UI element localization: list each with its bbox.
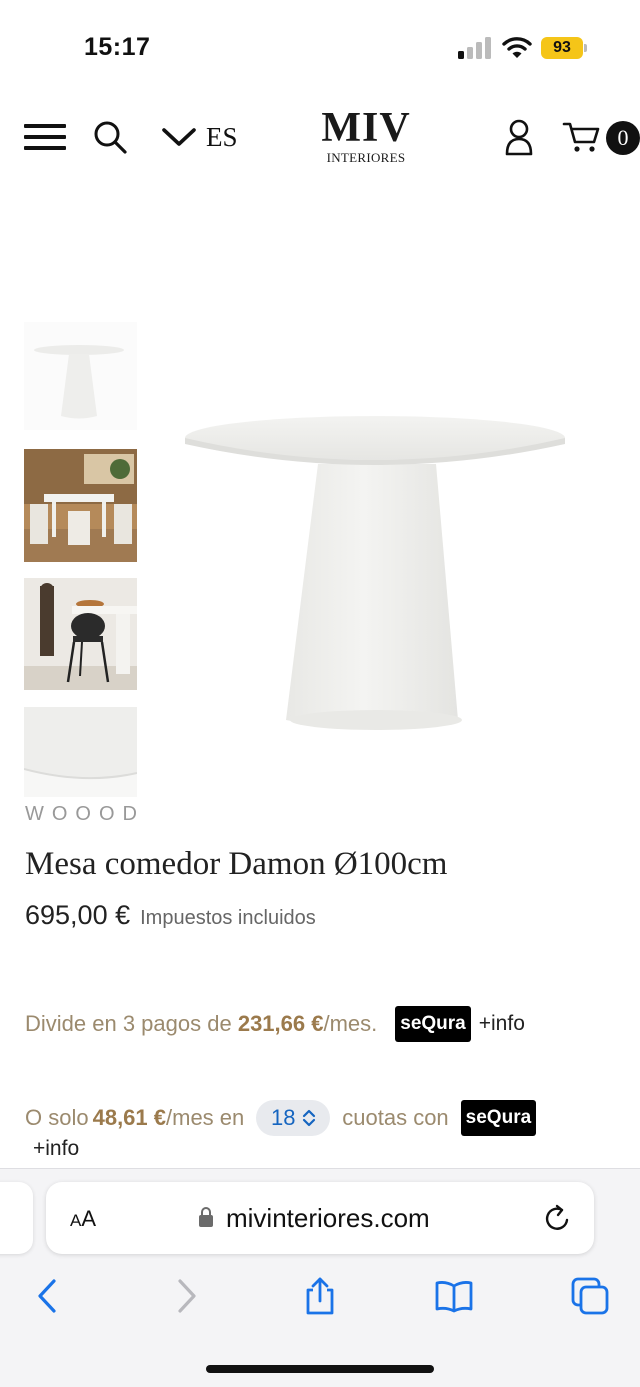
language-selector[interactable]: ES bbox=[160, 120, 238, 154]
split-payment-row: Divide en 3 pagos de 231,66 €/mes. seQur… bbox=[25, 1006, 525, 1042]
previous-tab-preview[interactable] bbox=[0, 1182, 33, 1254]
cart-count-badge[interactable]: 0 bbox=[606, 121, 640, 155]
product-main-image[interactable] bbox=[178, 390, 578, 790]
cellular-signal-icon bbox=[458, 37, 491, 59]
up-down-chevron-icon bbox=[302, 1109, 315, 1127]
cart-icon[interactable] bbox=[562, 120, 600, 154]
split-prefix: Divide en 3 pagos de bbox=[25, 1011, 232, 1036]
user-account-icon[interactable] bbox=[504, 118, 534, 156]
logo-sub-text: INTERIORES bbox=[326, 150, 406, 165]
quota-mid: /mes en bbox=[166, 1105, 245, 1130]
quota-payment-row: O solo 48,61 €/mes en 18 cuotas con seQu… bbox=[25, 1100, 537, 1136]
menu-icon[interactable] bbox=[24, 124, 66, 152]
wifi-icon bbox=[502, 37, 532, 58]
forward-icon[interactable] bbox=[166, 1276, 206, 1316]
tax-note: Impuestos incluidos bbox=[140, 907, 316, 929]
product-thumbnail-2[interactable] bbox=[24, 449, 137, 562]
battery-indicator: 93 bbox=[541, 37, 587, 59]
price-row: 695,00 € Impuestos incluidos bbox=[25, 900, 316, 931]
split-info-link[interactable]: +info bbox=[479, 1012, 525, 1036]
quota-amount: 48,61 € bbox=[92, 1105, 166, 1130]
battery-level: 93 bbox=[541, 37, 583, 59]
status-time: 15:17 bbox=[84, 33, 151, 61]
battery-tip bbox=[584, 44, 587, 52]
quota-count-select[interactable]: 18 bbox=[256, 1100, 331, 1136]
product-title: Mesa comedor Damon Ø100cm bbox=[25, 846, 448, 882]
sequra-logo-2: seQura bbox=[460, 1100, 537, 1136]
bookmarks-icon[interactable] bbox=[434, 1276, 474, 1316]
quota-prefix: O solo bbox=[25, 1105, 89, 1130]
lock-icon bbox=[199, 1207, 213, 1227]
quota-info-link[interactable]: +info bbox=[33, 1137, 79, 1161]
logo-main-text: MIV bbox=[321, 105, 411, 151]
split-amount: 231,66 € bbox=[237, 1011, 324, 1036]
text-size-button[interactable]: AA bbox=[70, 1206, 96, 1232]
share-icon[interactable] bbox=[300, 1276, 340, 1316]
tabs-icon[interactable] bbox=[570, 1276, 610, 1316]
site-logo[interactable]: MIV INTERIORES bbox=[318, 105, 414, 166]
product-thumbnail-1[interactable] bbox=[24, 322, 137, 430]
quota-count-value: 18 bbox=[271, 1105, 296, 1130]
home-indicator bbox=[206, 1365, 434, 1373]
quota-suffix: cuotas con bbox=[342, 1105, 449, 1130]
search-icon[interactable] bbox=[92, 119, 128, 155]
product-price: 695,00 € bbox=[25, 900, 131, 930]
product-thumbnail-3[interactable] bbox=[24, 578, 137, 690]
product-thumbnail-4[interactable] bbox=[24, 707, 137, 797]
chevron-down-icon bbox=[162, 128, 196, 146]
url-text[interactable]: mivinteriores.com bbox=[226, 1203, 430, 1234]
language-label: ES bbox=[206, 121, 238, 152]
back-icon[interactable] bbox=[28, 1276, 68, 1316]
reload-icon[interactable] bbox=[543, 1203, 573, 1233]
split-suffix: /mes. bbox=[323, 1011, 378, 1036]
sequra-logo: seQura bbox=[395, 1006, 471, 1042]
product-brand[interactable]: WOOOD bbox=[25, 803, 145, 826]
